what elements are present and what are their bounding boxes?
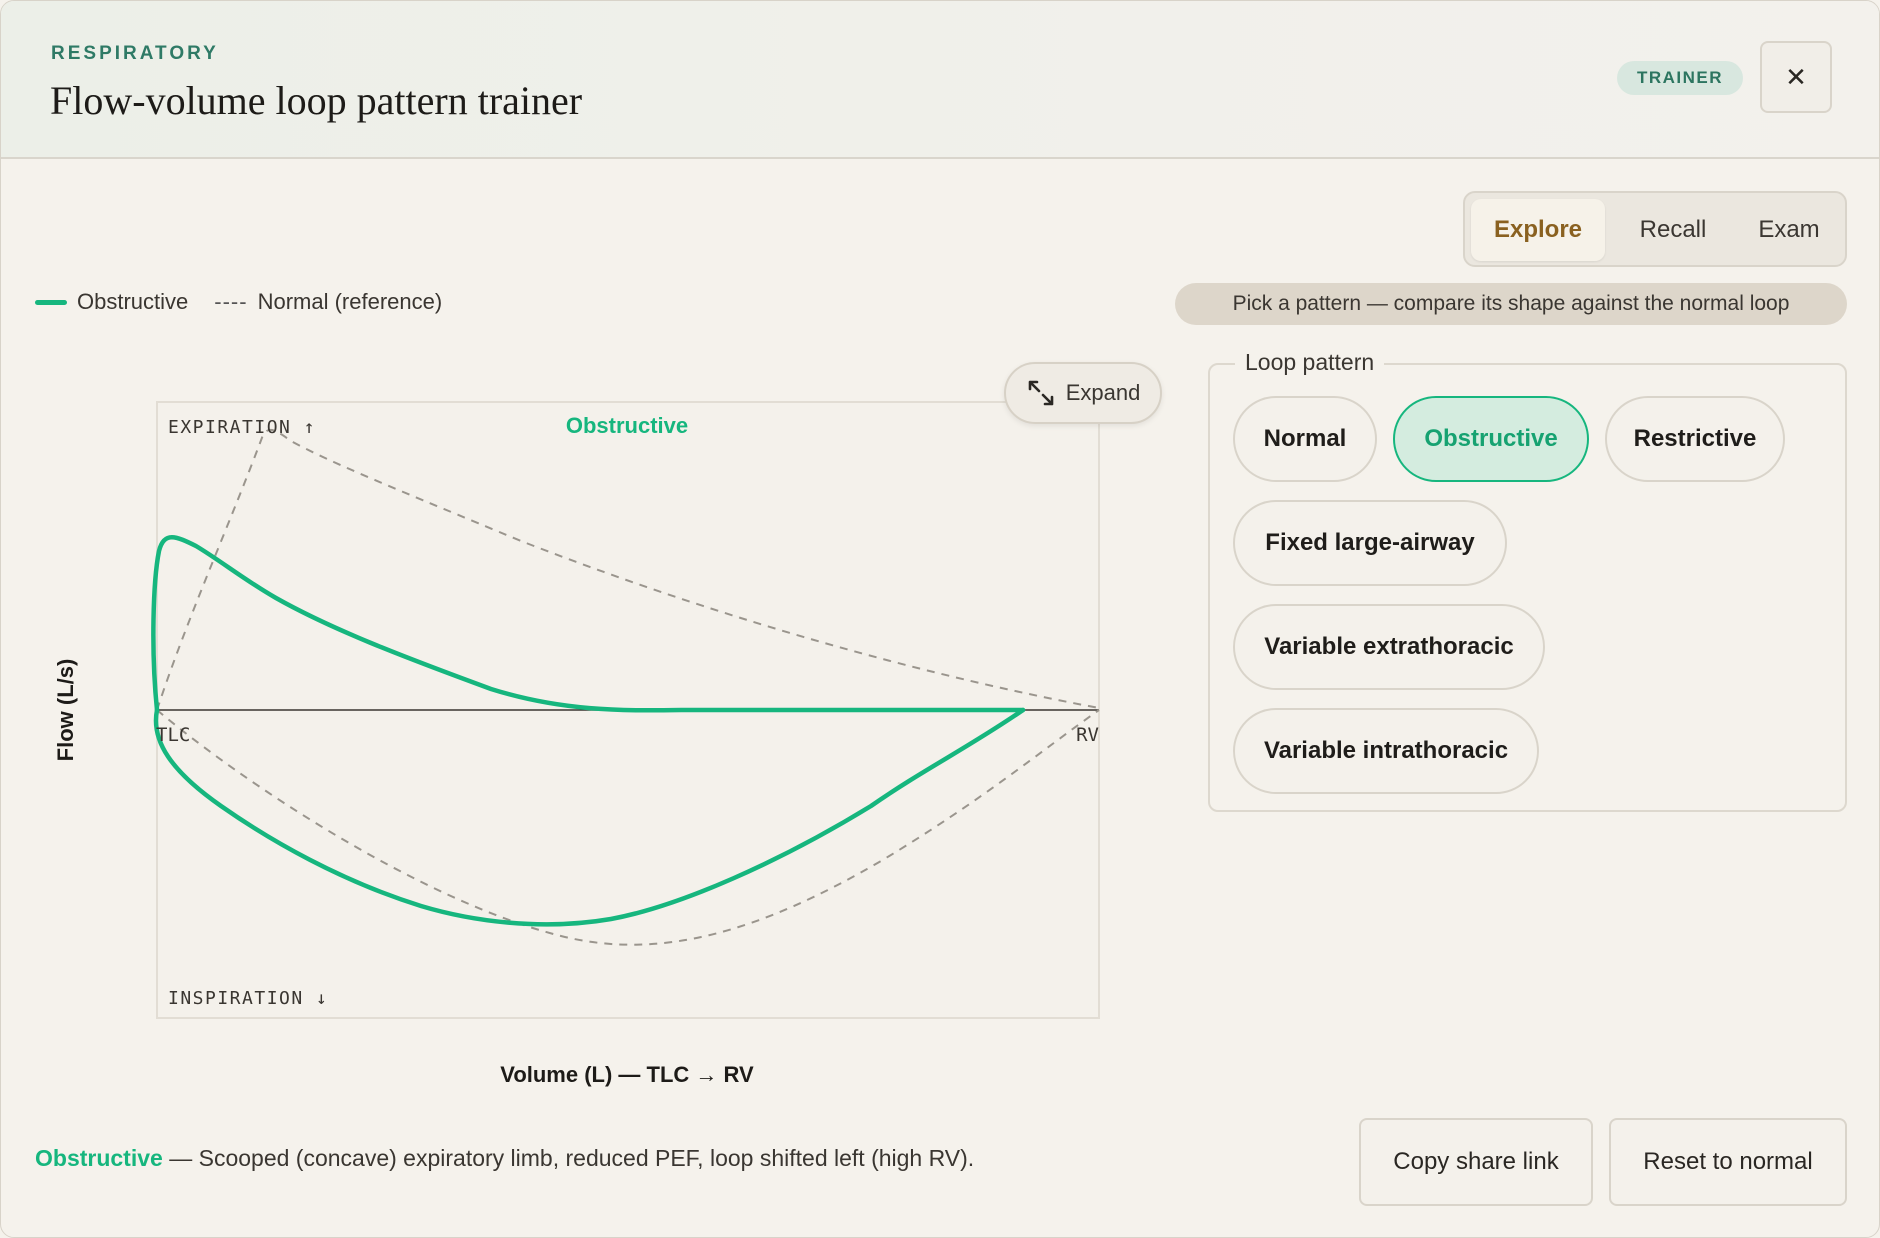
expand-icon <box>1028 380 1053 406</box>
pattern-normal[interactable]: Normal <box>1233 396 1377 482</box>
pattern-obstructive[interactable]: Obstructive <box>1393 396 1589 482</box>
legend-dash-swatch: ---- <box>214 289 248 314</box>
header: RESPIRATORY Flow-volume loop pattern tra… <box>1 1 1879 159</box>
inspiration-label: INSPIRATION ↓ <box>168 988 328 1009</box>
description-text: — Scooped (concave) expiratory limb, red… <box>162 1145 975 1171</box>
loop-pattern-legend: Loop pattern <box>1235 349 1385 376</box>
category-eyebrow: RESPIRATORY <box>51 43 219 64</box>
rv-tick-label: RV <box>1076 724 1099 746</box>
expand-label: Expand <box>1065 380 1141 405</box>
x-axis-label: Volume (L) — TLC → RV <box>500 1062 754 1087</box>
trainer-badge: TRAINER <box>1617 61 1743 95</box>
tab-explore[interactable]: Explore <box>1471 199 1605 261</box>
chart-legend: Obstructive ---- Normal (reference) <box>35 287 442 317</box>
page-title: Flow-volume loop pattern trainer <box>50 78 583 123</box>
chart-title: Obstructive <box>566 413 688 438</box>
y-axis-label: Flow (L/s) <box>53 659 78 762</box>
pattern-variable-intrathoracic[interactable]: Variable intrathoracic <box>1233 708 1539 794</box>
reset-to-normal-button[interactable]: Reset to normal <box>1609 1118 1847 1206</box>
tlc-tick-label: TLC <box>156 724 190 746</box>
tab-exam[interactable]: Exam <box>1737 199 1841 261</box>
description-pattern-name: Obstructive <box>35 1145 163 1171</box>
expiration-label: EXPIRATION ↑ <box>168 417 316 438</box>
pattern-variable-extrathoracic[interactable]: Variable extrathoracic <box>1233 604 1545 690</box>
legend-normal-label: Normal (reference) <box>257 289 443 314</box>
legend-solid-swatch <box>35 299 67 305</box>
instruction-hint: Pick a pattern — compare its shape again… <box>1175 283 1847 325</box>
pattern-description: Obstructive — Scooped (concave) expirato… <box>35 1145 974 1172</box>
copy-share-link-button[interactable]: Copy share link <box>1359 1118 1593 1206</box>
close-icon: ✕ <box>1785 61 1807 92</box>
legend-obstructive-label: Obstructive <box>77 289 189 314</box>
trainer-window: RESPIRATORY Flow-volume loop pattern tra… <box>0 0 1880 1238</box>
expand-button[interactable]: Expand <box>1004 362 1162 424</box>
pattern-fixed-large-airway[interactable]: Fixed large-airway <box>1233 500 1507 586</box>
flow-volume-chart: EXPIRATION ↑ INSPIRATION ↓ Obstructive T… <box>53 401 1100 1087</box>
close-button[interactable]: ✕ <box>1760 41 1832 113</box>
mode-switcher: Explore Recall Exam <box>1463 191 1847 267</box>
tab-recall[interactable]: Recall <box>1615 199 1731 261</box>
pattern-restrictive[interactable]: Restrictive <box>1605 396 1785 482</box>
